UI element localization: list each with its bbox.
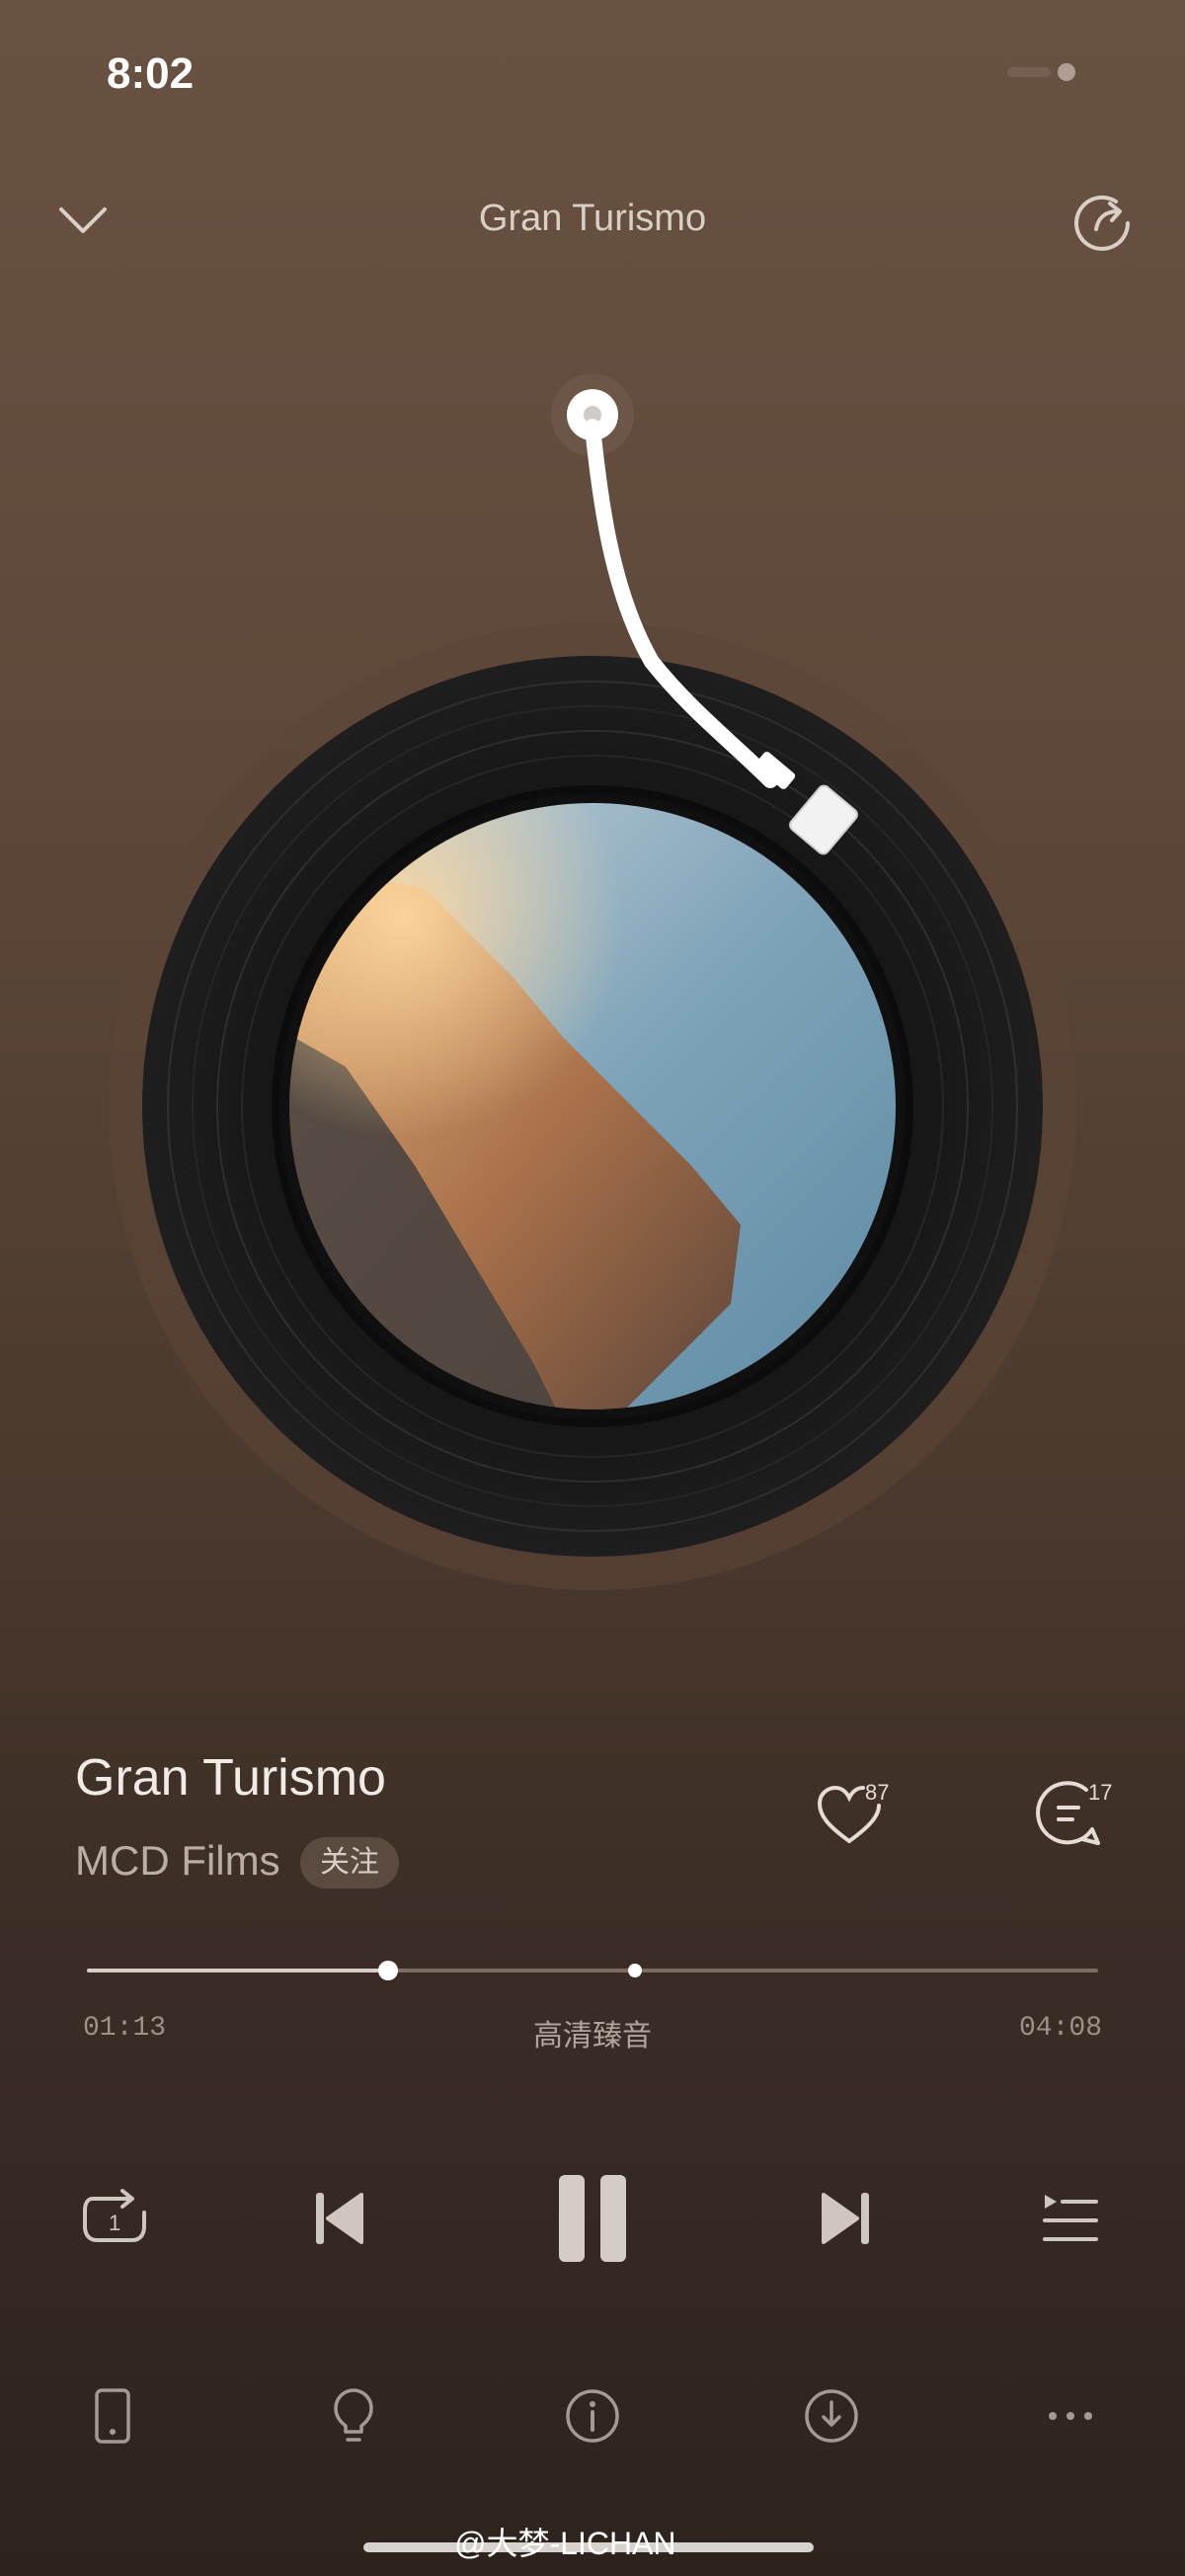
pause-icon[interactable] bbox=[541, 2163, 644, 2274]
repeat-one-icon[interactable]: 1 bbox=[75, 2179, 154, 2258]
watermark: @大梦-LICHAN bbox=[454, 2526, 676, 2561]
artist-name[interactable]: MCD Films bbox=[75, 1837, 280, 1885]
share-icon[interactable] bbox=[1066, 186, 1138, 257]
highlight-marker[interactable] bbox=[628, 1964, 642, 1977]
next-icon[interactable] bbox=[808, 2179, 887, 2258]
total-time: 04:08 bbox=[1018, 2013, 1102, 2044]
svg-text:1: 1 bbox=[109, 2211, 120, 2235]
download-icon[interactable] bbox=[800, 2384, 863, 2448]
follow-button[interactable]: 关注 bbox=[300, 1837, 399, 1889]
progress-track[interactable] bbox=[87, 1961, 1098, 1980]
tonearm bbox=[533, 365, 889, 879]
previous-icon[interactable] bbox=[298, 2179, 377, 2258]
device-icon[interactable] bbox=[81, 2384, 144, 2448]
more-icon[interactable] bbox=[1039, 2384, 1102, 2448]
like-count: 87 bbox=[865, 1780, 890, 1805]
quality-label[interactable]: 高清臻音 bbox=[0, 2011, 1185, 2054]
comment-count: 17 bbox=[1088, 1780, 1113, 1805]
page-title: Gran Turismo bbox=[478, 198, 707, 239]
status-indicators bbox=[1007, 61, 1086, 83]
lightbulb-icon[interactable] bbox=[322, 2384, 385, 2448]
progress-fill bbox=[87, 1969, 389, 1972]
status-time: 8:02 bbox=[107, 49, 195, 98]
playlist-icon[interactable] bbox=[1031, 2179, 1110, 2258]
info-icon[interactable] bbox=[561, 2384, 624, 2448]
progress-thumb[interactable] bbox=[378, 1961, 399, 1980]
song-title: Gran Turismo bbox=[75, 1749, 386, 1807]
